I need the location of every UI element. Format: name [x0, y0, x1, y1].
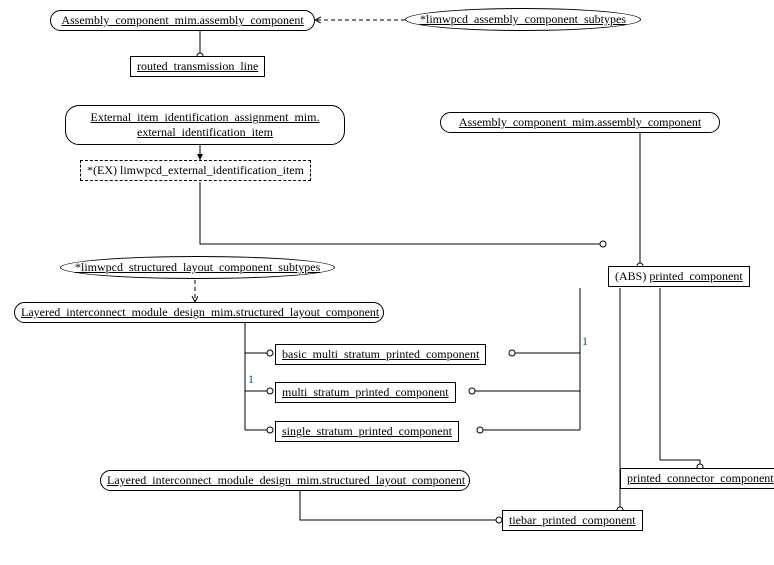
node-structured-layout-component-1[interactable]: Layered_interconnect_module_design_mim.s…	[14, 302, 384, 323]
link-external-item-identification-l1[interactable]: External_item_identification_assignment_…	[91, 110, 320, 124]
link-limwpcd-assembly-subtypes[interactable]: *limwpcd_assembly_component_subtypes	[420, 12, 626, 26]
link-printed-connector-component[interactable]: printed_connector_component	[627, 471, 774, 485]
node-printed-component[interactable]: (ABS) printed_component	[608, 266, 750, 287]
link-multi-stratum[interactable]: multi_stratum_printed_component	[282, 385, 449, 399]
node-printed-connector-component[interactable]: printed_connector_component	[620, 468, 774, 489]
constraint-limwpcd-structured-layout-subtypes[interactable]: *limwpcd_structured_layout_component_sub…	[60, 256, 335, 279]
node-routed-transmission-line[interactable]: routed_transmission_line	[130, 56, 265, 77]
link-limwpcd-structured-layout-subtypes[interactable]: *limwpcd_structured_layout_component_sub…	[75, 260, 320, 274]
node-assembly-component-1[interactable]: Assembly_component_mim.assembly_componen…	[50, 10, 315, 31]
link-routed-transmission-line[interactable]: routed_transmission_line	[137, 59, 258, 73]
node-single-stratum[interactable]: single_stratum_printed_component	[275, 421, 459, 442]
link-single-stratum[interactable]: single_stratum_printed_component	[282, 424, 452, 438]
label-card-one-b: 1	[582, 334, 588, 349]
link-structured-layout-component-1[interactable]: Layered_interconnect_module_design_mim.s…	[21, 305, 379, 319]
constraint-limwpcd-assembly-subtypes[interactable]: *limwpcd_assembly_component_subtypes	[405, 8, 641, 31]
node-structured-layout-component-2[interactable]: Layered_interconnect_module_design_mim.s…	[100, 470, 470, 491]
link-basic-multi-stratum[interactable]: basic_multi_stratum_printed_component	[282, 347, 479, 361]
link-tiebar-printed-component[interactable]: tiebar_printed_component	[509, 513, 636, 527]
link-assembly-component-2[interactable]: Assembly_component_mim.assembly_componen…	[459, 115, 701, 129]
label-card-one-a: 1	[248, 372, 254, 387]
node-tiebar-printed-component[interactable]: tiebar_printed_component	[502, 510, 643, 531]
label-ex-limwpcd-external-id-item: *(EX) limwpcd_external_identification_it…	[87, 163, 304, 177]
link-assembly-component-1[interactable]: Assembly_component_mim.assembly_componen…	[61, 13, 303, 27]
link-external-item-identification-l2[interactable]: external_identification_item	[137, 125, 273, 139]
link-structured-layout-component-2[interactable]: Layered_interconnect_module_design_mim.s…	[107, 473, 465, 487]
node-external-item-identification[interactable]: External_item_identification_assignment_…	[65, 105, 345, 145]
node-basic-multi-stratum[interactable]: basic_multi_stratum_printed_component	[275, 344, 486, 365]
node-ex-limwpcd-external-id-item[interactable]: *(EX) limwpcd_external_identification_it…	[80, 160, 311, 181]
node-multi-stratum[interactable]: multi_stratum_printed_component	[275, 382, 456, 403]
link-printed-component[interactable]: printed_component	[649, 269, 742, 283]
node-assembly-component-2[interactable]: Assembly_component_mim.assembly_componen…	[440, 112, 720, 133]
